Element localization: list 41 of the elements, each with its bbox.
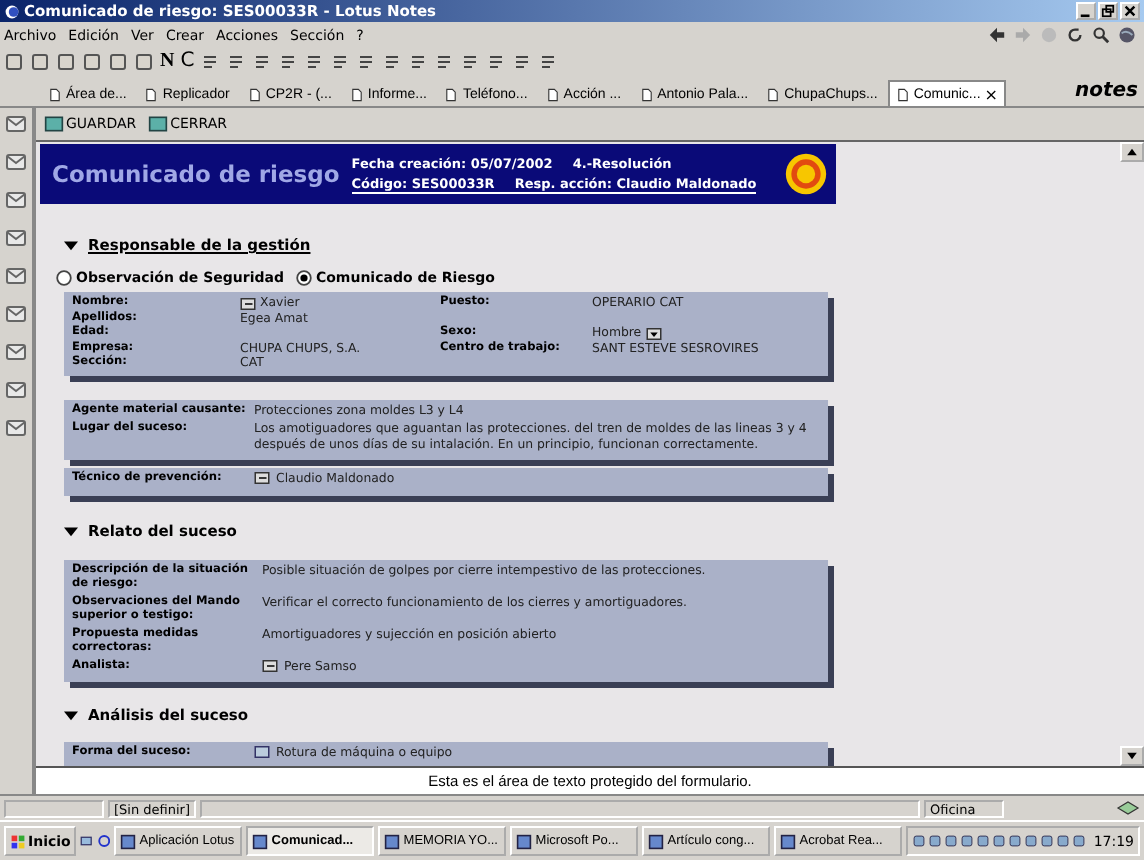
scroll-up-icon[interactable]	[1120, 142, 1144, 162]
app-icon	[119, 833, 136, 849]
name-picker-icon[interactable]	[240, 297, 256, 310]
app-icon	[383, 833, 400, 849]
page-icon	[247, 87, 262, 101]
collapse-triangle-icon[interactable]	[64, 523, 78, 537]
minimize-button[interactable]	[1076, 2, 1096, 20]
format-button[interactable]: C	[180, 50, 195, 72]
page-icon	[639, 87, 654, 101]
form-title: Comunicado de riesgo	[52, 160, 340, 188]
app-icon	[251, 833, 268, 849]
format-button[interactable]: N	[160, 50, 175, 72]
page-icon	[48, 87, 62, 101]
refresh-icon[interactable]	[1066, 26, 1084, 44]
tab-close-button[interactable]: ×	[984, 85, 998, 103]
desktop-icon[interactable]	[80, 832, 94, 850]
collapse-triangle-icon[interactable]	[64, 708, 78, 722]
page-icon	[766, 87, 781, 101]
name-picker-icon[interactable]	[254, 472, 270, 484]
app-icon	[779, 833, 796, 849]
envelope-icon[interactable]	[4, 112, 28, 136]
page-icon	[895, 87, 910, 101]
dropdown-arrow-icon[interactable]	[645, 327, 662, 340]
collapse-triangle-icon[interactable]	[64, 238, 78, 252]
scrollbar[interactable]	[1120, 142, 1144, 766]
brand-logo: notes	[1074, 79, 1140, 101]
back-arrow-icon[interactable]	[988, 26, 1006, 44]
page-icon	[545, 87, 560, 101]
page-icon	[444, 87, 459, 101]
app-icon	[515, 833, 532, 849]
page-icon	[144, 87, 159, 101]
radio-circle-icon[interactable]	[295, 270, 312, 286]
page-icon	[349, 87, 364, 101]
radio-circle-icon[interactable]	[56, 270, 72, 286]
app-icon	[647, 833, 664, 849]
restore-icon	[1100, 4, 1116, 18]
scroll-down-icon[interactable]	[1120, 746, 1144, 766]
name-picker-icon[interactable]	[262, 659, 278, 671]
close-icon	[1122, 4, 1138, 18]
restore-button[interactable]	[1098, 2, 1118, 20]
close-button[interactable]	[1120, 2, 1140, 20]
